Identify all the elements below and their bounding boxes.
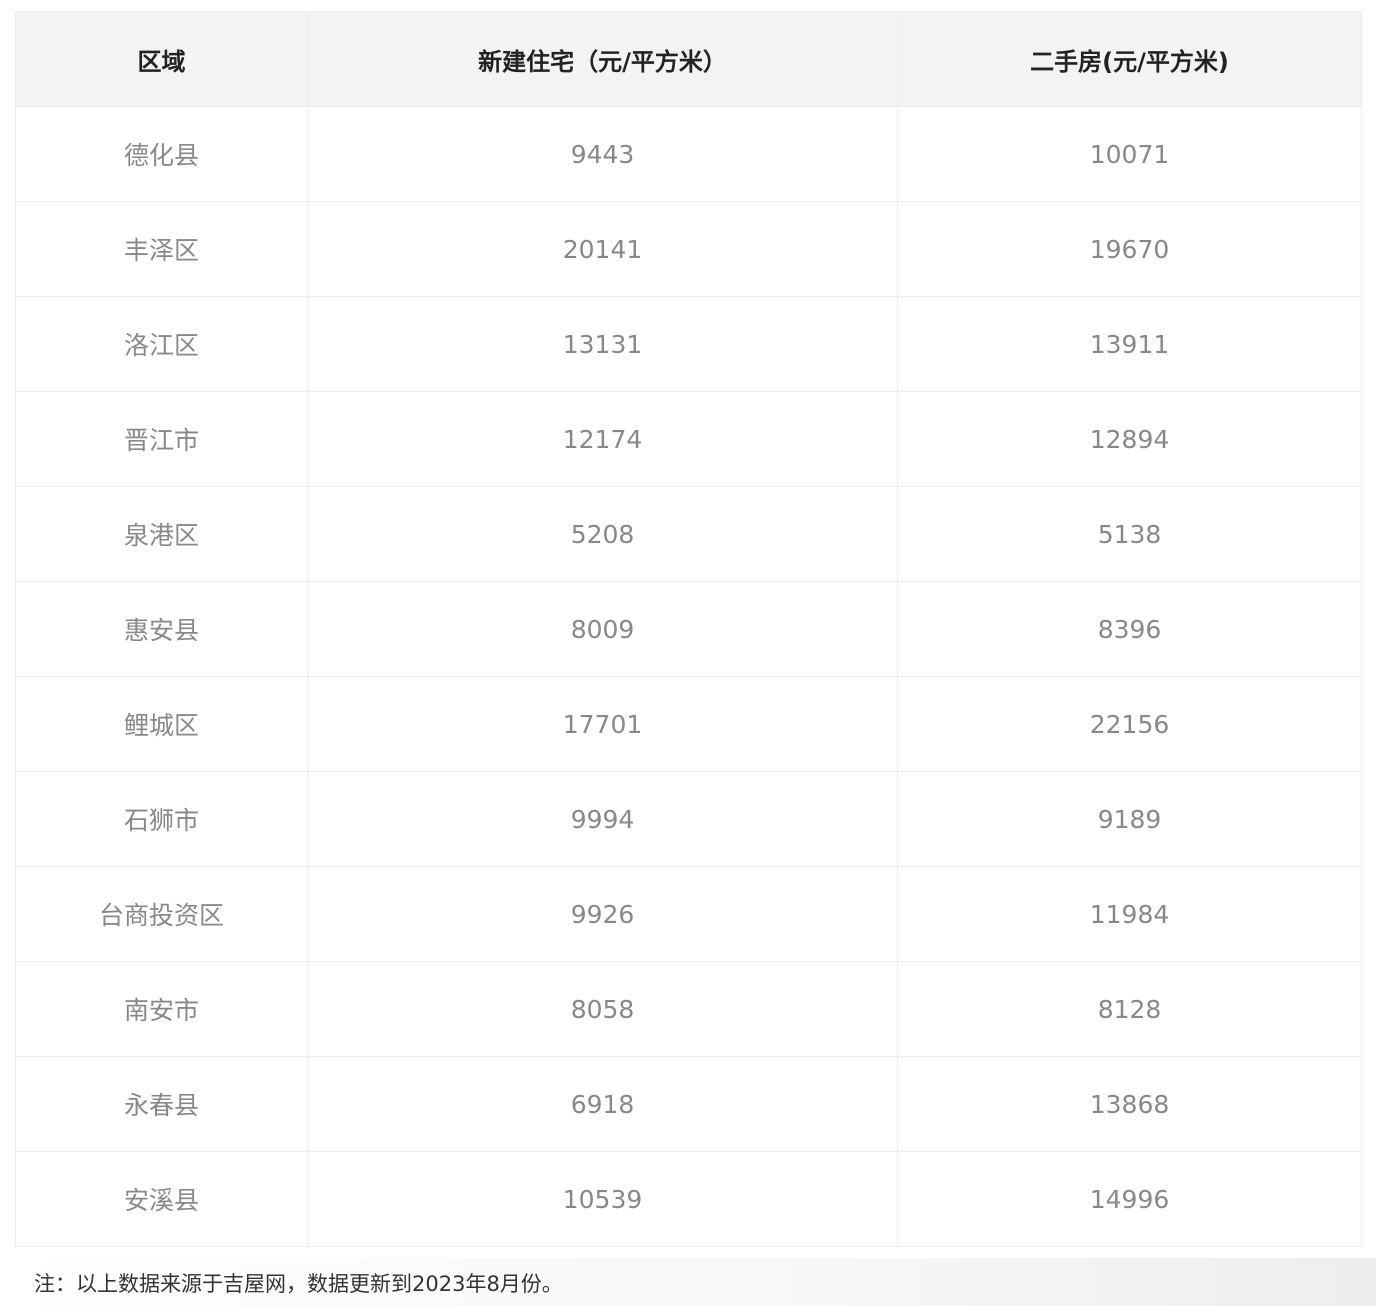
second-hand-price-cell: 12894 <box>897 391 1362 487</box>
table-body: 德化县 9443 10071 丰泽区 20141 19670 洛江区 13131… <box>15 106 1362 1247</box>
table-row: 德化县 9443 10071 <box>15 106 1362 202</box>
table-row: 丰泽区 20141 19670 <box>15 201 1362 297</box>
table-row: 石狮市 9994 9189 <box>15 771 1362 867</box>
second-hand-price-cell: 8396 <box>897 581 1362 677</box>
second-hand-price-cell: 10071 <box>897 106 1362 202</box>
table-row: 安溪县 10539 14996 <box>15 1151 1362 1247</box>
new-housing-price-cell: 9926 <box>307 866 898 962</box>
second-hand-price-cell: 9189 <box>897 771 1362 867</box>
new-housing-price-cell: 6918 <box>307 1056 898 1152</box>
second-hand-price-cell: 13911 <box>897 296 1362 392</box>
new-housing-price-cell: 9443 <box>307 106 898 202</box>
new-housing-price-cell: 10539 <box>307 1151 898 1247</box>
second-hand-price-cell: 11984 <box>897 866 1362 962</box>
region-cell: 惠安县 <box>15 581 308 677</box>
header-new-housing-price: 新建住宅（元/平方米） <box>307 11 898 107</box>
header-second-hand-price: 二手房(元/平方米) <box>897 11 1362 107</box>
new-housing-price-cell: 20141 <box>307 201 898 297</box>
price-table: 区域 新建住宅（元/平方米） 二手房(元/平方米) 德化县 9443 10071… <box>15 11 1362 1247</box>
table-row: 惠安县 8009 8396 <box>15 581 1362 677</box>
new-housing-price-cell: 8058 <box>307 961 898 1057</box>
footnote: 注：以上数据来源于吉屋网，数据更新到2023年8月份。 <box>34 1272 563 1296</box>
region-cell: 南安市 <box>15 961 308 1057</box>
second-hand-price-cell: 19670 <box>897 201 1362 297</box>
new-housing-price-cell: 13131 <box>307 296 898 392</box>
region-cell: 鲤城区 <box>15 676 308 772</box>
region-cell: 德化县 <box>15 106 308 202</box>
new-housing-price-cell: 8009 <box>307 581 898 677</box>
table-row: 泉港区 5208 5138 <box>15 486 1362 582</box>
new-housing-price-cell: 12174 <box>307 391 898 487</box>
region-cell: 石狮市 <box>15 771 308 867</box>
second-hand-price-cell: 22156 <box>897 676 1362 772</box>
region-cell: 永春县 <box>15 1056 308 1152</box>
table-row: 晋江市 12174 12894 <box>15 391 1362 487</box>
region-cell: 洛江区 <box>15 296 308 392</box>
table-header: 区域 新建住宅（元/平方米） 二手房(元/平方米) <box>15 11 1362 107</box>
region-cell: 泉港区 <box>15 486 308 582</box>
second-hand-price-cell: 14996 <box>897 1151 1362 1247</box>
table-row: 鲤城区 17701 22156 <box>15 676 1362 772</box>
table-row: 台商投资区 9926 11984 <box>15 866 1362 962</box>
second-hand-price-cell: 13868 <box>897 1056 1362 1152</box>
new-housing-price-cell: 5208 <box>307 486 898 582</box>
second-hand-price-cell: 8128 <box>897 961 1362 1057</box>
header-region: 区域 <box>15 11 308 107</box>
new-housing-price-cell: 9994 <box>307 771 898 867</box>
second-hand-price-cell: 5138 <box>897 486 1362 582</box>
new-housing-price-cell: 17701 <box>307 676 898 772</box>
region-cell: 丰泽区 <box>15 201 308 297</box>
table-row: 永春县 6918 13868 <box>15 1056 1362 1152</box>
table-row: 洛江区 13131 13911 <box>15 296 1362 392</box>
header-row: 区域 新建住宅（元/平方米） 二手房(元/平方米) <box>15 11 1362 107</box>
region-cell: 台商投资区 <box>15 866 308 962</box>
region-cell: 晋江市 <box>15 391 308 487</box>
table-row: 南安市 8058 8128 <box>15 961 1362 1057</box>
region-cell: 安溪县 <box>15 1151 308 1247</box>
